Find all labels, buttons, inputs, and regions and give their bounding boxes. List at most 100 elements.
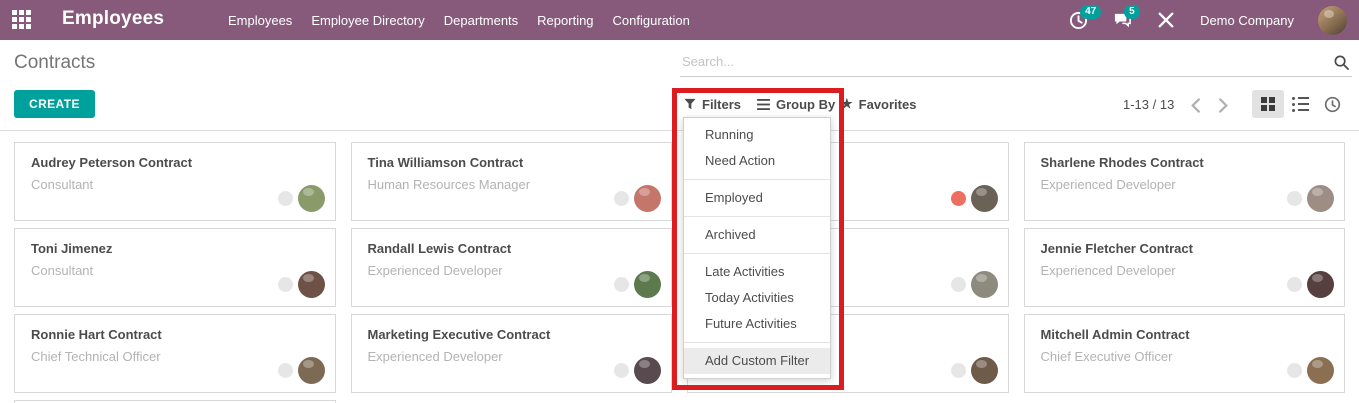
employee-avatar[interactable]: [971, 357, 998, 384]
contract-card[interactable]: Mitchell Admin Contract Chief Executive …: [1024, 314, 1346, 393]
kanban-view-button[interactable]: [1252, 90, 1284, 118]
card-job-title: Experienced Developer: [368, 263, 656, 278]
menu-item-reporting[interactable]: Reporting: [537, 13, 593, 28]
card-title: Toni Jimenez: [31, 241, 319, 256]
create-button[interactable]: CREATE: [14, 90, 95, 118]
activity-status-dot[interactable]: [951, 277, 966, 292]
contract-card[interactable]: Ronnie Hart Contract Chief Technical Off…: [14, 314, 336, 393]
filter-option-need-action[interactable]: Need Action: [684, 148, 830, 174]
systray: 47 5 Demo Company: [1068, 0, 1347, 40]
user-avatar[interactable]: [1318, 6, 1347, 35]
card-title: Sharlene Rhodes Contract: [1041, 155, 1329, 170]
filter-option-running[interactable]: Running: [684, 122, 830, 148]
view-switcher: [1252, 90, 1348, 118]
menu-divider: [684, 342, 830, 343]
kanban-icon: [1261, 97, 1275, 111]
menu-item-departments[interactable]: Departments: [444, 13, 518, 28]
activity-status-dot[interactable]: [278, 191, 293, 206]
contract-card[interactable]: Marketing Executive Contract Experienced…: [351, 314, 673, 393]
employee-avatar[interactable]: [1307, 271, 1334, 298]
employee-avatar[interactable]: [634, 357, 661, 384]
filter-option-future-activities[interactable]: Future Activities: [684, 311, 830, 337]
contract-card[interactable]: Randall Lewis Contract Experienced Devel…: [351, 228, 673, 307]
company-switcher[interactable]: Demo Company: [1200, 13, 1294, 28]
app-title: Employees: [62, 8, 164, 30]
pager-next-button[interactable]: [1213, 95, 1233, 115]
pager-previous-button[interactable]: [1185, 95, 1205, 115]
filters-toggle[interactable]: Filters: [684, 90, 741, 118]
filter-option-late-activities[interactable]: Late Activities: [684, 259, 830, 285]
activity-view-button[interactable]: [1316, 90, 1348, 118]
card-title: Randall Lewis Contract: [368, 241, 656, 256]
messages-icon[interactable]: 5: [1112, 10, 1132, 30]
employee-avatar[interactable]: [634, 271, 661, 298]
favorites-label: Favorites: [859, 97, 917, 112]
app-window: Employees Employees Employee Directory D…: [0, 0, 1359, 403]
menu-item-employees[interactable]: Employees: [228, 13, 292, 28]
group-by-bars-icon: [757, 99, 770, 110]
chevron-left-icon: [1190, 98, 1201, 113]
contract-card[interactable]: Sharlene Rhodes Contract Experienced Dev…: [1024, 142, 1346, 221]
menu-divider: [684, 179, 830, 180]
main-menu: Employees Employee Directory Departments…: [228, 0, 690, 40]
search-bar: [680, 50, 1352, 77]
employee-avatar[interactable]: [298, 357, 325, 384]
activities-icon[interactable]: 47: [1068, 10, 1088, 30]
activity-status-dot[interactable]: [614, 363, 629, 378]
list-icon: [1292, 97, 1309, 112]
filter-option-archived[interactable]: Archived: [684, 222, 830, 248]
card-title: Audrey Peterson Contract: [31, 155, 319, 170]
kanban-grid: Audrey Peterson Contract Consultant Tina…: [14, 142, 1345, 403]
card-title: Mitchell Admin Contract: [1041, 327, 1329, 342]
card-title: Marketing Executive Contract: [368, 327, 656, 342]
activity-status-dot[interactable]: [951, 363, 966, 378]
activity-count-badge: 47: [1080, 5, 1101, 19]
menu-item-employee-directory[interactable]: Employee Directory: [311, 13, 424, 28]
employee-avatar[interactable]: [298, 185, 325, 212]
pager-counter: 1-13 / 13: [1123, 97, 1174, 112]
employee-avatar[interactable]: [971, 271, 998, 298]
filter-option-today-activities[interactable]: Today Activities: [684, 285, 830, 311]
activity-status-dot[interactable]: [1287, 277, 1302, 292]
employee-avatar[interactable]: [1307, 357, 1334, 384]
favorites-toggle[interactable]: ★ Favorites: [841, 90, 916, 118]
employee-avatar[interactable]: [1307, 185, 1334, 212]
activity-status-dot[interactable]: [278, 363, 293, 378]
search-input[interactable]: [680, 50, 1320, 73]
employee-avatar[interactable]: [634, 185, 661, 212]
contract-card[interactable]: Tina Williamson Contract Human Resources…: [351, 142, 673, 221]
activity-status-dot[interactable]: [1287, 191, 1302, 206]
card-job-title: Experienced Developer: [368, 349, 656, 364]
card-job-title: Consultant: [31, 263, 319, 278]
card-job-title: Chief Technical Officer: [31, 349, 319, 364]
employee-avatar[interactable]: [298, 271, 325, 298]
activity-status-dot[interactable]: [1287, 363, 1302, 378]
page-title: Contracts: [14, 52, 95, 74]
apps-grid-icon[interactable]: [12, 10, 34, 32]
group-by-toggle[interactable]: Group By: [757, 90, 835, 118]
contract-card[interactable]: Toni Jimenez Consultant: [14, 228, 336, 307]
list-view-button[interactable]: [1284, 90, 1316, 118]
card-job-title: Consultant: [31, 177, 319, 192]
activity-status-dot[interactable]: [278, 277, 293, 292]
contract-card[interactable]: Jennie Fletcher Contract Experienced Dev…: [1024, 228, 1346, 307]
menu-divider: [684, 253, 830, 254]
employee-avatar[interactable]: [971, 185, 998, 212]
filter-option-employed[interactable]: Employed: [684, 185, 830, 211]
group-by-label: Group By: [776, 97, 835, 112]
menu-item-configuration[interactable]: Configuration: [613, 13, 690, 28]
card-job-title: Experienced Developer: [1041, 263, 1329, 278]
activity-status-dot[interactable]: [614, 277, 629, 292]
card-title: Jennie Fletcher Contract: [1041, 241, 1329, 256]
tools-icon[interactable]: [1156, 10, 1176, 30]
search-icon[interactable]: [1333, 54, 1350, 76]
content-divider: [0, 130, 1359, 131]
contract-card[interactable]: Audrey Peterson Contract Consultant: [14, 142, 336, 221]
message-count-badge: 5: [1124, 5, 1140, 19]
activity-status-dot-overdue[interactable]: [951, 191, 966, 206]
card-title: Ronnie Hart Contract: [31, 327, 319, 342]
activity-clock-icon: [1324, 96, 1341, 113]
activity-status-dot[interactable]: [614, 191, 629, 206]
filter-option-add-custom-filter[interactable]: Add Custom Filter: [684, 348, 830, 374]
filter-funnel-icon: [684, 98, 696, 110]
